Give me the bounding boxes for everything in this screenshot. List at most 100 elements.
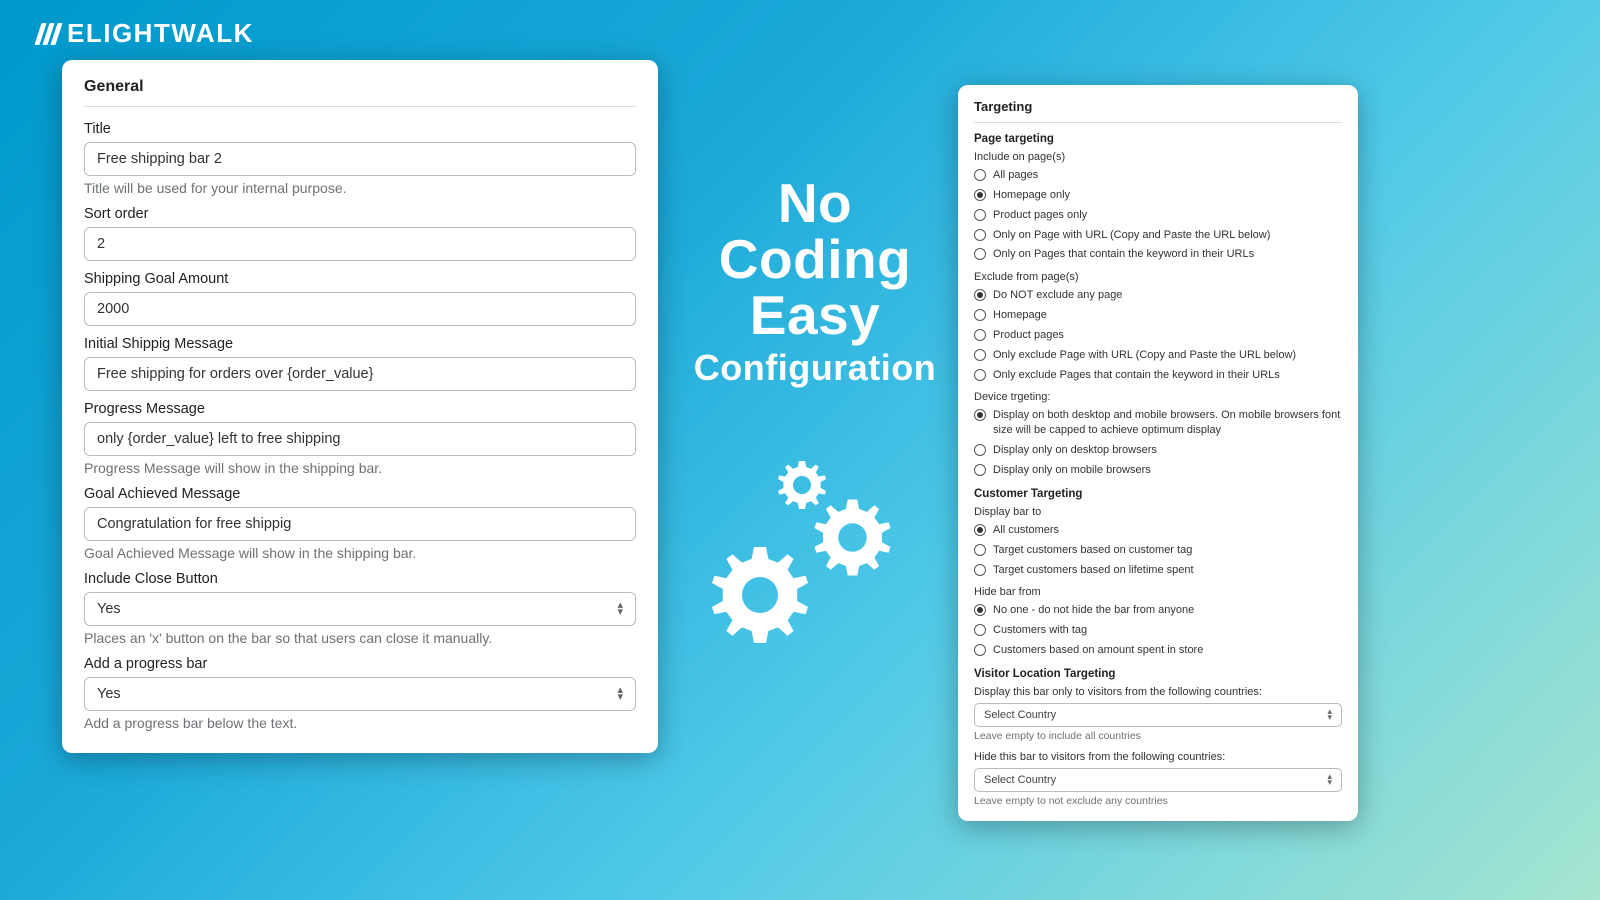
include-option-label: Homepage only — [993, 188, 1070, 203]
display-to-option-label: Target customers based on customer tag — [993, 543, 1192, 558]
radio-icon — [974, 464, 986, 476]
exclude-from-pages-group: Do NOT exclude any page Homepage Product p… — [974, 288, 1342, 382]
radio-icon — [974, 369, 986, 381]
radio-icon — [974, 309, 986, 321]
include-close-value: Yes — [97, 601, 121, 617]
general-settings-panel: General Title Free shipping bar 2 Title … — [62, 60, 658, 753]
title-input[interactable]: Free shipping bar 2 — [84, 142, 636, 176]
include-option[interactable]: All pages — [974, 168, 1342, 183]
include-close-label: Include Close Button — [84, 571, 636, 587]
customer-targeting-heading: Customer Targeting — [974, 488, 1342, 500]
targeting-panel: Targeting Page targeting Include on page… — [958, 85, 1358, 821]
exclude-from-pages-label: Exclude from page(s) — [974, 271, 1342, 283]
progress-bar-label: Add a progress bar — [84, 656, 636, 672]
hide-from-option[interactable]: Customers based on amount spent in store — [974, 643, 1342, 658]
hide-bar-from-label: Hide bar from — [974, 586, 1342, 598]
device-option-label: Display only on desktop browsers — [993, 443, 1157, 458]
exclude-option[interactable]: Only exclude Page with URL (Copy and Pas… — [974, 348, 1342, 363]
display-to-option-label: All customers — [993, 523, 1059, 538]
chevron-updown-icon: ▴▾ — [617, 687, 623, 700]
hide-country-help: Leave empty to not exclude any countries — [974, 795, 1342, 807]
goal-achieved-label: Goal Achieved Message — [84, 486, 636, 502]
radio-icon — [974, 248, 986, 260]
device-targeting-label: Device trgeting: — [974, 391, 1342, 403]
include-on-pages-group: All pages Homepage only Product pages only… — [974, 168, 1342, 262]
goal-achieved-help: Goal Achieved Message will show in the s… — [84, 545, 636, 561]
exclude-option[interactable]: Homepage — [974, 308, 1342, 323]
hide-from-option-label: Customers with tag — [993, 623, 1087, 638]
visitor-location-heading: Visitor Location Targeting — [974, 668, 1342, 680]
brand-logo: ELIGHTWALK — [38, 18, 254, 49]
hide-bar-from-group: No one - do not hide the bar from anyone… — [974, 603, 1342, 658]
device-option[interactable]: Display only on desktop browsers — [974, 443, 1342, 458]
goal-achieved-input[interactable]: Congratulation for free shippig — [84, 507, 636, 541]
include-close-help: Places an 'x' button on the bar so that … — [84, 630, 636, 646]
hero-line-2: Easy — [675, 287, 955, 343]
hide-from-option[interactable]: No one - do not hide the bar from anyone — [974, 603, 1342, 618]
display-country-select[interactable]: Select Country ▴▾ — [974, 703, 1342, 727]
radio-icon — [974, 624, 986, 636]
hide-from-option[interactable]: Customers with tag — [974, 623, 1342, 638]
include-option[interactable]: Product pages only — [974, 208, 1342, 223]
exclude-option-label: Do NOT exclude any page — [993, 288, 1122, 303]
radio-icon — [974, 209, 986, 221]
progress-message-input[interactable]: only {order_value} left to free shipping — [84, 422, 636, 456]
display-to-option[interactable]: Target customers based on lifetime spent — [974, 563, 1342, 578]
hero-line-1: No Coding — [675, 175, 955, 287]
radio-icon — [974, 289, 986, 301]
exclude-option-label: Only exclude Pages that contain the keyw… — [993, 368, 1280, 383]
include-option[interactable]: Homepage only — [974, 188, 1342, 203]
hero-line-3: Configuration — [675, 347, 955, 389]
radio-icon — [974, 544, 986, 556]
sort-order-label: Sort order — [84, 206, 636, 222]
display-to-option-label: Target customers based on lifetime spent — [993, 563, 1194, 578]
radio-icon — [974, 644, 986, 656]
include-option[interactable]: Only on Pages that contain the keyword i… — [974, 247, 1342, 262]
gears-icon — [700, 455, 930, 685]
include-option-label: All pages — [993, 168, 1038, 183]
progress-bar-select[interactable]: Yes ▴▾ — [84, 677, 636, 711]
chevron-updown-icon: ▴▾ — [617, 602, 623, 615]
display-country-value: Select Country — [984, 709, 1056, 721]
radio-icon — [974, 189, 986, 201]
progress-bar-help: Add a progress bar below the text. — [84, 715, 636, 731]
radio-icon — [974, 604, 986, 616]
brand-name: ELIGHTWALK — [67, 18, 254, 49]
hide-country-label: Hide this bar to visitors from the follo… — [974, 751, 1342, 763]
sort-order-input[interactable]: 2 — [84, 227, 636, 261]
hide-from-option-label: Customers based on amount spent in store — [993, 643, 1203, 658]
display-country-label: Display this bar only to visitors from t… — [974, 686, 1342, 698]
include-close-select[interactable]: Yes ▴▾ — [84, 592, 636, 626]
exclude-option-label: Product pages — [993, 328, 1064, 343]
exclude-option-label: Homepage — [993, 308, 1047, 323]
hero-headline: No Coding Easy Configuration — [675, 175, 955, 389]
device-option[interactable]: Display only on mobile browsers — [974, 463, 1342, 478]
include-option-label: Only on Pages that contain the keyword i… — [993, 247, 1254, 262]
exclude-option-label: Only exclude Page with URL (Copy and Pas… — [993, 348, 1296, 363]
device-targeting-group: Display on both desktop and mobile brows… — [974, 408, 1342, 477]
device-option[interactable]: Display on both desktop and mobile brows… — [974, 408, 1342, 438]
progress-message-label: Progress Message — [84, 401, 636, 417]
display-to-option[interactable]: All customers — [974, 523, 1342, 538]
radio-icon — [974, 169, 986, 181]
hide-country-select[interactable]: Select Country ▴▾ — [974, 768, 1342, 792]
display-bar-to-label: Display bar to — [974, 506, 1342, 518]
chevron-updown-icon: ▴▾ — [1327, 709, 1332, 720]
display-to-option[interactable]: Target customers based on customer tag — [974, 543, 1342, 558]
include-option[interactable]: Only on Page with URL (Copy and Paste th… — [974, 228, 1342, 243]
progress-bar-value: Yes — [97, 686, 121, 702]
exclude-option[interactable]: Product pages — [974, 328, 1342, 343]
shipping-goal-label: Shipping Goal Amount — [84, 271, 636, 287]
include-on-pages-label: Include on page(s) — [974, 151, 1342, 163]
exclude-option[interactable]: Only exclude Pages that contain the keyw… — [974, 368, 1342, 383]
initial-message-input[interactable]: Free shipping for orders over {order_val… — [84, 357, 636, 391]
radio-icon — [974, 329, 986, 341]
shipping-goal-input[interactable]: 2000 — [84, 292, 636, 326]
device-option-label: Display on both desktop and mobile brows… — [993, 408, 1342, 438]
logo-mark-icon — [38, 23, 59, 45]
radio-icon — [974, 349, 986, 361]
exclude-option[interactable]: Do NOT exclude any page — [974, 288, 1342, 303]
hide-country-value: Select Country — [984, 774, 1056, 786]
page-targeting-heading: Page targeting — [974, 133, 1342, 145]
include-option-label: Product pages only — [993, 208, 1087, 223]
